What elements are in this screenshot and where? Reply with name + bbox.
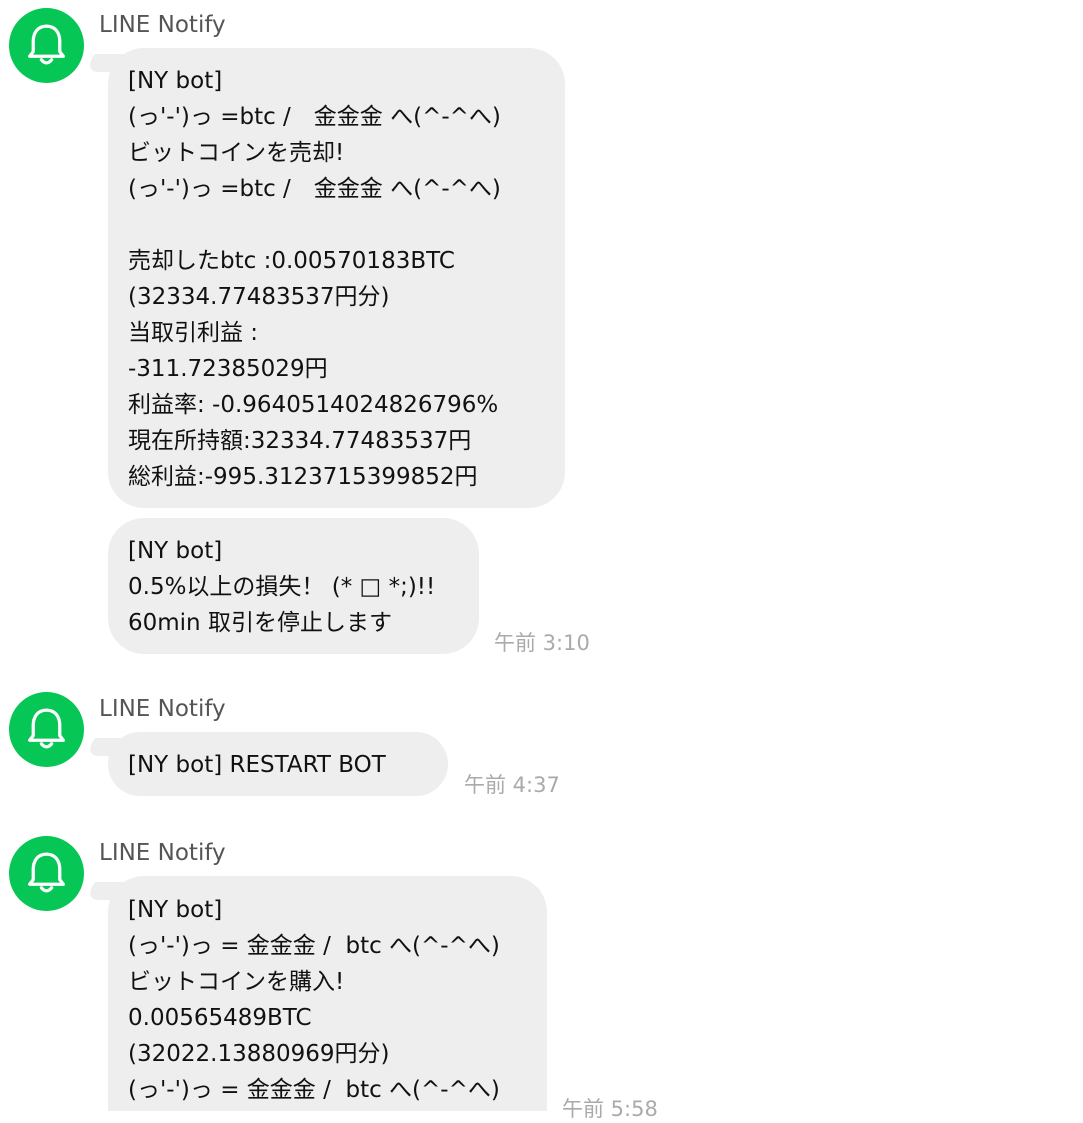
sender-name: LINE Notify xyxy=(99,12,226,38)
message-line: (っ'-')っ =btc / 金金金 へ(^-^へ) xyxy=(128,104,501,130)
avatar[interactable] xyxy=(9,836,84,911)
bell-icon xyxy=(28,852,65,893)
message-line: (32022.13880969円分) xyxy=(128,1041,390,1067)
message-line: (っ'-')っ = 金金金 / btc へ(^-^へ) xyxy=(128,1077,500,1103)
message-line: 0.00565489BTC xyxy=(128,1005,312,1031)
message-line: [NY bot] xyxy=(128,538,223,564)
message-line: [NY bot] xyxy=(128,897,223,923)
message-bubble[interactable]: [NY bot] RESTART BOT xyxy=(108,732,448,796)
sender-name: LINE Notify xyxy=(99,840,226,866)
message-line: 現在所持額:32334.77483537円 xyxy=(128,428,472,454)
avatar[interactable] xyxy=(9,692,84,767)
bell-icon xyxy=(28,708,65,749)
message-timestamp: 午前 3:10 xyxy=(494,631,590,655)
message-line: 60min 取引を停止します xyxy=(128,610,392,636)
message-bubble[interactable]: [NY bot] 0.5%以上の損失！ (* □ *;)!! 60min 取引を… xyxy=(108,518,479,654)
sender-name: LINE Notify xyxy=(99,696,226,722)
message-bubble[interactable]: [NY bot] (っ'-')っ = 金金金 / btc へ(^-^へ) ビット… xyxy=(108,876,547,1111)
message-line: ビットコインを売却! xyxy=(128,140,345,166)
message-line xyxy=(128,207,545,243)
message-line: [NY bot] xyxy=(128,68,223,94)
message-line: 総利益:-995.3123715399852円 xyxy=(128,464,478,490)
bell-icon xyxy=(28,24,65,65)
message-line: (32334.77483537円分) xyxy=(128,284,390,310)
message-line: 0.5%以上の損失！ (* □ *;)!! xyxy=(128,574,436,600)
message-bubble[interactable]: [NY bot] (っ'-')っ =btc / 金金金 へ(^-^へ) ビットコ… xyxy=(108,48,565,508)
message-line: -311.72385029円 xyxy=(128,356,328,382)
message-line: (っ'-')っ = 金金金 / btc へ(^-^へ) xyxy=(128,933,500,959)
message-line: 売却したbtc :0.00570183BTC xyxy=(128,248,455,274)
message-timestamp: 午前 5:58 xyxy=(562,1097,658,1121)
message-line: 当取引利益 : xyxy=(128,320,259,346)
message-timestamp: 午前 4:37 xyxy=(464,773,560,797)
avatar[interactable] xyxy=(9,8,84,83)
message-line: (っ'-')っ =btc / 金金金 へ(^-^へ) xyxy=(128,176,501,202)
message-line: 利益率: -0.9640514024826796% xyxy=(128,392,499,418)
message-line: [NY bot] RESTART BOT xyxy=(128,752,386,778)
message-line: ビットコインを購入! xyxy=(128,969,345,995)
